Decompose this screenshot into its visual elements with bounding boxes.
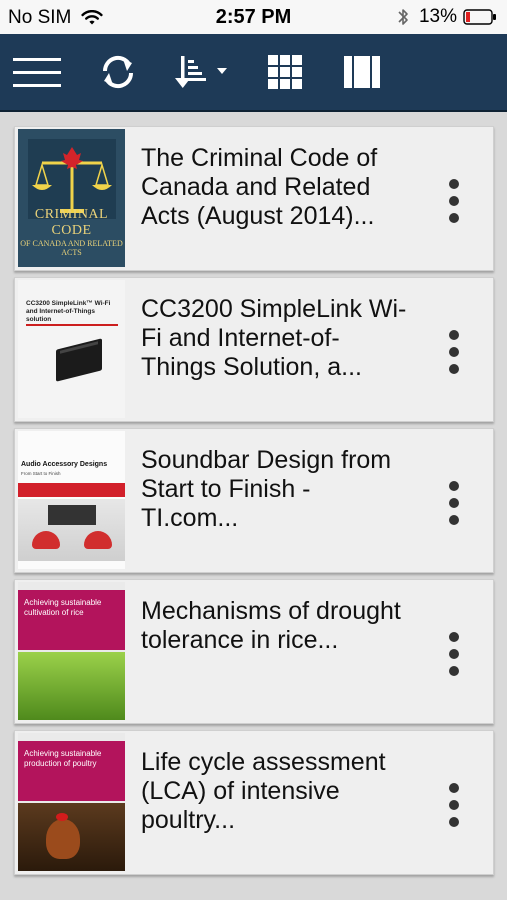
more-dot	[449, 817, 459, 827]
more-dot	[449, 481, 459, 491]
more-dot	[449, 498, 459, 508]
rice-field-image	[18, 652, 125, 720]
more-options-button[interactable]	[447, 481, 461, 525]
poultry-cover: Achieving sustainable production of poul…	[18, 733, 125, 871]
document-card[interactable]: Achieving sustainable production of poul…	[14, 730, 494, 875]
more-dot	[449, 347, 459, 357]
cc3200-cover: CC3200 SimpleLink™ Wi-Fi and Internet-of…	[18, 280, 125, 418]
more-dot	[449, 515, 459, 525]
more-dot	[449, 330, 459, 340]
toolbar	[0, 34, 507, 112]
cover-accent	[18, 483, 125, 497]
document-title: The Criminal Code of Canada and Related …	[141, 144, 378, 230]
bluetooth-icon	[398, 9, 408, 25]
document-title: Soundbar Design from Start to Finish - T…	[141, 446, 392, 532]
cover-accent	[26, 324, 118, 326]
sync-button[interactable]	[98, 34, 138, 110]
cover-title-art: Achieving sustainable cultivation of ric…	[24, 598, 102, 617]
more-dot	[449, 364, 459, 374]
document-card[interactable]: Achieving sustainable cultivation of ric…	[14, 579, 494, 724]
hen-comb	[56, 813, 68, 821]
cover-band: Achieving sustainable production of poul…	[18, 741, 125, 801]
cover-title-art: Achieving sustainable production of poul…	[24, 749, 102, 768]
more-dot	[449, 783, 459, 793]
document-title: Mechanisms of drought tolerance in rice.…	[141, 597, 401, 654]
cover-band: Achieving sustainable cultivation of ric…	[18, 590, 125, 650]
status-bar: No SIM 2:57 PM 13%	[0, 0, 507, 34]
status-right: 13%	[397, 6, 497, 28]
cover-subtitle-art: From Start to Finish	[21, 471, 61, 476]
cover-title-art: CRIMINAL CODE OF CANADA AND RELATED ACTS	[20, 207, 123, 257]
cover-title-art: Audio Accessory Designs	[21, 461, 108, 468]
hen-shape	[46, 819, 80, 859]
battery-icon	[463, 9, 496, 25]
more-dot	[449, 196, 459, 206]
criminal-code-cover: CRIMINAL CODE OF CANADA AND RELATED ACTS	[18, 129, 125, 267]
document-title: CC3200 SimpleLink Wi-Fi and Internet-of-…	[141, 295, 407, 381]
more-dot	[449, 632, 459, 642]
menu-icon	[13, 58, 61, 87]
more-dot	[449, 666, 459, 676]
grid-view-icon	[268, 55, 302, 89]
grid-view-button[interactable]	[266, 34, 304, 110]
document-card[interactable]: CC3200 SimpleLink™ Wi-Fi and Internet-of…	[14, 277, 494, 422]
audio-accessory-cover: Audio Accessory Designs From Start to Fi…	[18, 431, 125, 569]
sync-icon	[102, 55, 134, 89]
list-view-icon	[344, 56, 380, 88]
more-options-button[interactable]	[447, 179, 461, 223]
document-card[interactable]: Audio Accessory Designs From Start to Fi…	[14, 428, 494, 573]
document-title: Life cycle assessment (LCA) of intensive…	[141, 748, 386, 834]
more-options-button[interactable]	[447, 632, 461, 676]
more-dot	[449, 213, 459, 223]
menu-button[interactable]	[12, 34, 62, 110]
sort-icon	[175, 56, 227, 88]
rice-cover: Achieving sustainable cultivation of ric…	[18, 582, 125, 720]
more-dot	[449, 649, 459, 659]
more-dot	[449, 800, 459, 810]
sort-button[interactable]	[172, 34, 232, 110]
more-dot	[449, 179, 459, 189]
document-card[interactable]: CRIMINAL CODE OF CANADA AND RELATED ACTS…	[14, 126, 494, 271]
cover-title-art: CC3200 SimpleLink™ Wi-Fi and Internet-of…	[26, 300, 111, 323]
list-view-button[interactable]	[342, 34, 382, 110]
more-options-button[interactable]	[447, 783, 461, 827]
battery-percent: 13%	[418, 6, 457, 27]
more-options-button[interactable]	[447, 330, 461, 374]
tv-image	[48, 505, 96, 525]
